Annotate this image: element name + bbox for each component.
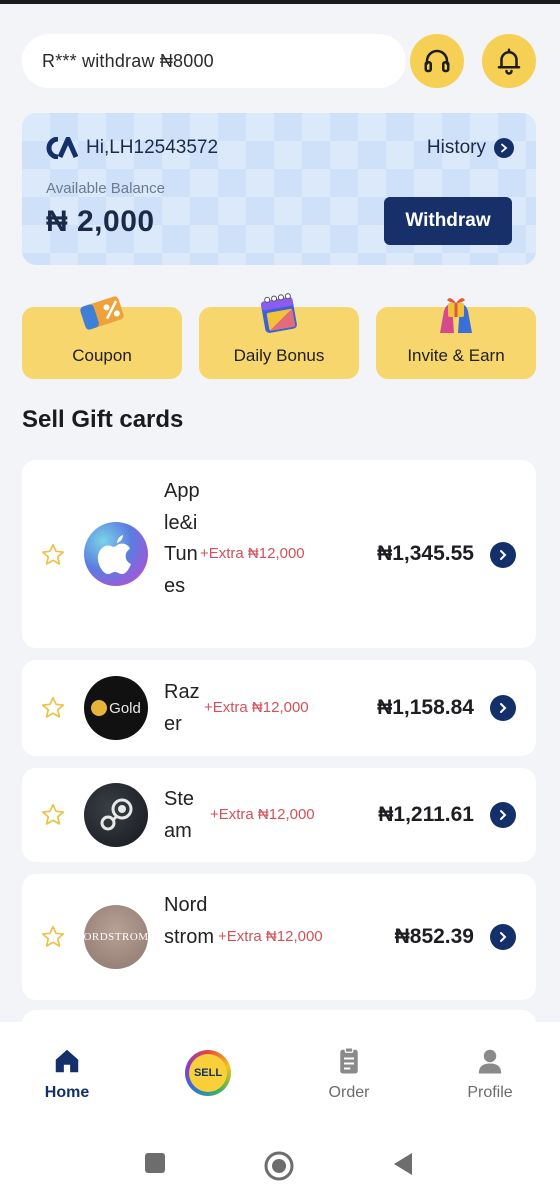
nav-profile-label: Profile bbox=[467, 1084, 513, 1101]
apple-itunes-logo bbox=[84, 522, 148, 586]
gift-card-row-razer[interactable]: Gold Razer +Extra ₦12,000 ₦1,158.84 bbox=[22, 660, 536, 756]
coupon-icon bbox=[80, 296, 124, 330]
bottom-nav: Home SELL Order Profile bbox=[0, 1022, 560, 1122]
notifications-button[interactable] bbox=[482, 34, 536, 88]
gift-card-price: ₦1,158.84 bbox=[377, 696, 474, 719]
nav-order[interactable]: Order bbox=[299, 1046, 399, 1102]
apple-icon bbox=[97, 535, 131, 574]
nav-home[interactable]: Home bbox=[17, 1046, 117, 1102]
section-title: Sell Gift cards bbox=[22, 406, 184, 433]
steam-icon bbox=[100, 798, 133, 831]
chevron-right-icon[interactable] bbox=[490, 542, 516, 568]
gift-card-row-apple-itunes[interactable]: Apple&iTunes +Extra ₦12,000 ₦1,345.55 bbox=[22, 460, 536, 648]
gift-card-price: ₦1,345.55 bbox=[377, 542, 474, 565]
system-nav-bar bbox=[0, 1122, 560, 1200]
extra-bonus: +Extra ₦12,000 bbox=[204, 699, 309, 716]
home-icon bbox=[55, 1049, 79, 1073]
calendar-icon bbox=[260, 293, 297, 333]
invite-earn-label: Invite & Earn bbox=[407, 346, 505, 365]
star-icon[interactable] bbox=[40, 542, 66, 568]
headset-icon bbox=[424, 49, 450, 73]
gift-card-price: ₦1,211.61 bbox=[378, 803, 474, 826]
greeting: Hi,LH12543572 bbox=[46, 137, 218, 159]
steam-logo bbox=[84, 783, 148, 847]
gift-card-name: Apple&iTunes bbox=[164, 480, 200, 597]
nav-home-label: Home bbox=[44, 1084, 90, 1101]
ticker-text: R*** withdraw ₦8000 bbox=[42, 50, 214, 71]
extra-bonus: +Extra ₦12,000 bbox=[218, 928, 323, 945]
extra-bonus: +Extra ₦12,000 bbox=[200, 545, 305, 562]
coupon-button[interactable]: Coupon bbox=[22, 296, 182, 379]
gift-card-name: Nordstrom bbox=[164, 894, 214, 948]
home-circle-icon[interactable] bbox=[263, 1150, 295, 1182]
nordstrom-logo: ORDSTROM bbox=[84, 905, 148, 969]
extra-bonus: +Extra ₦12,000 bbox=[210, 806, 315, 823]
balance-card: Hi,LH12543572 History Available Balance … bbox=[22, 113, 536, 265]
chevron-right-icon bbox=[494, 138, 514, 158]
gift-card-row-steam[interactable]: Steam +Extra ₦12,000 ₦1,211.61 bbox=[22, 768, 536, 862]
withdraw-ticker: R*** withdraw ₦8000 bbox=[22, 34, 406, 88]
razer-logo: Gold bbox=[84, 676, 148, 740]
nordstrom-logo-text: ORDSTROM bbox=[84, 931, 148, 943]
username: Hi,LH12543572 bbox=[86, 137, 219, 158]
bell-icon bbox=[497, 48, 521, 75]
balance-amount: ₦ 2,000 bbox=[46, 205, 155, 238]
user-icon bbox=[478, 1049, 502, 1074]
status-bar bbox=[0, 0, 560, 4]
coupon-label: Coupon bbox=[72, 346, 132, 365]
history-link[interactable]: History bbox=[427, 137, 514, 159]
chevron-right-icon[interactable] bbox=[490, 695, 516, 721]
daily-bonus-button[interactable]: Daily Bonus bbox=[199, 293, 359, 379]
star-icon[interactable] bbox=[40, 802, 66, 828]
razer-gold-coin-icon bbox=[91, 700, 108, 716]
gift-hands-icon bbox=[440, 298, 472, 333]
brand-logo-icon bbox=[46, 137, 80, 159]
back-icon[interactable] bbox=[392, 1152, 414, 1176]
clipboard-icon bbox=[340, 1047, 358, 1074]
razer-logo-text: Gold bbox=[109, 699, 141, 717]
daily-bonus-label: Daily Bonus bbox=[233, 346, 325, 365]
gift-card-name: Razer bbox=[164, 681, 200, 735]
history-label: History bbox=[426, 137, 486, 158]
gift-card-price: ₦852.39 bbox=[394, 925, 474, 948]
gift-card-row-nordstrom[interactable]: ORDSTROM Nordstrom +Extra ₦12,000 ₦852.3… bbox=[22, 874, 536, 1000]
chevron-right-icon[interactable] bbox=[490, 802, 516, 828]
star-icon[interactable] bbox=[40, 924, 66, 950]
invite-earn-button[interactable]: Invite & Earn bbox=[376, 298, 536, 379]
support-button[interactable] bbox=[410, 34, 464, 88]
recents-icon[interactable] bbox=[144, 1152, 166, 1174]
available-balance-label: Available Balance bbox=[46, 180, 165, 197]
gift-card-name: Steam bbox=[164, 788, 195, 842]
star-icon[interactable] bbox=[40, 695, 66, 721]
sell-button[interactable]: SELL bbox=[185, 1050, 231, 1096]
withdraw-button[interactable]: Withdraw bbox=[384, 197, 512, 245]
nav-profile[interactable]: Profile bbox=[440, 1046, 540, 1102]
chevron-right-icon[interactable] bbox=[490, 924, 516, 950]
sell-label: SELL bbox=[189, 1054, 227, 1092]
nav-order-label: Order bbox=[328, 1084, 370, 1101]
